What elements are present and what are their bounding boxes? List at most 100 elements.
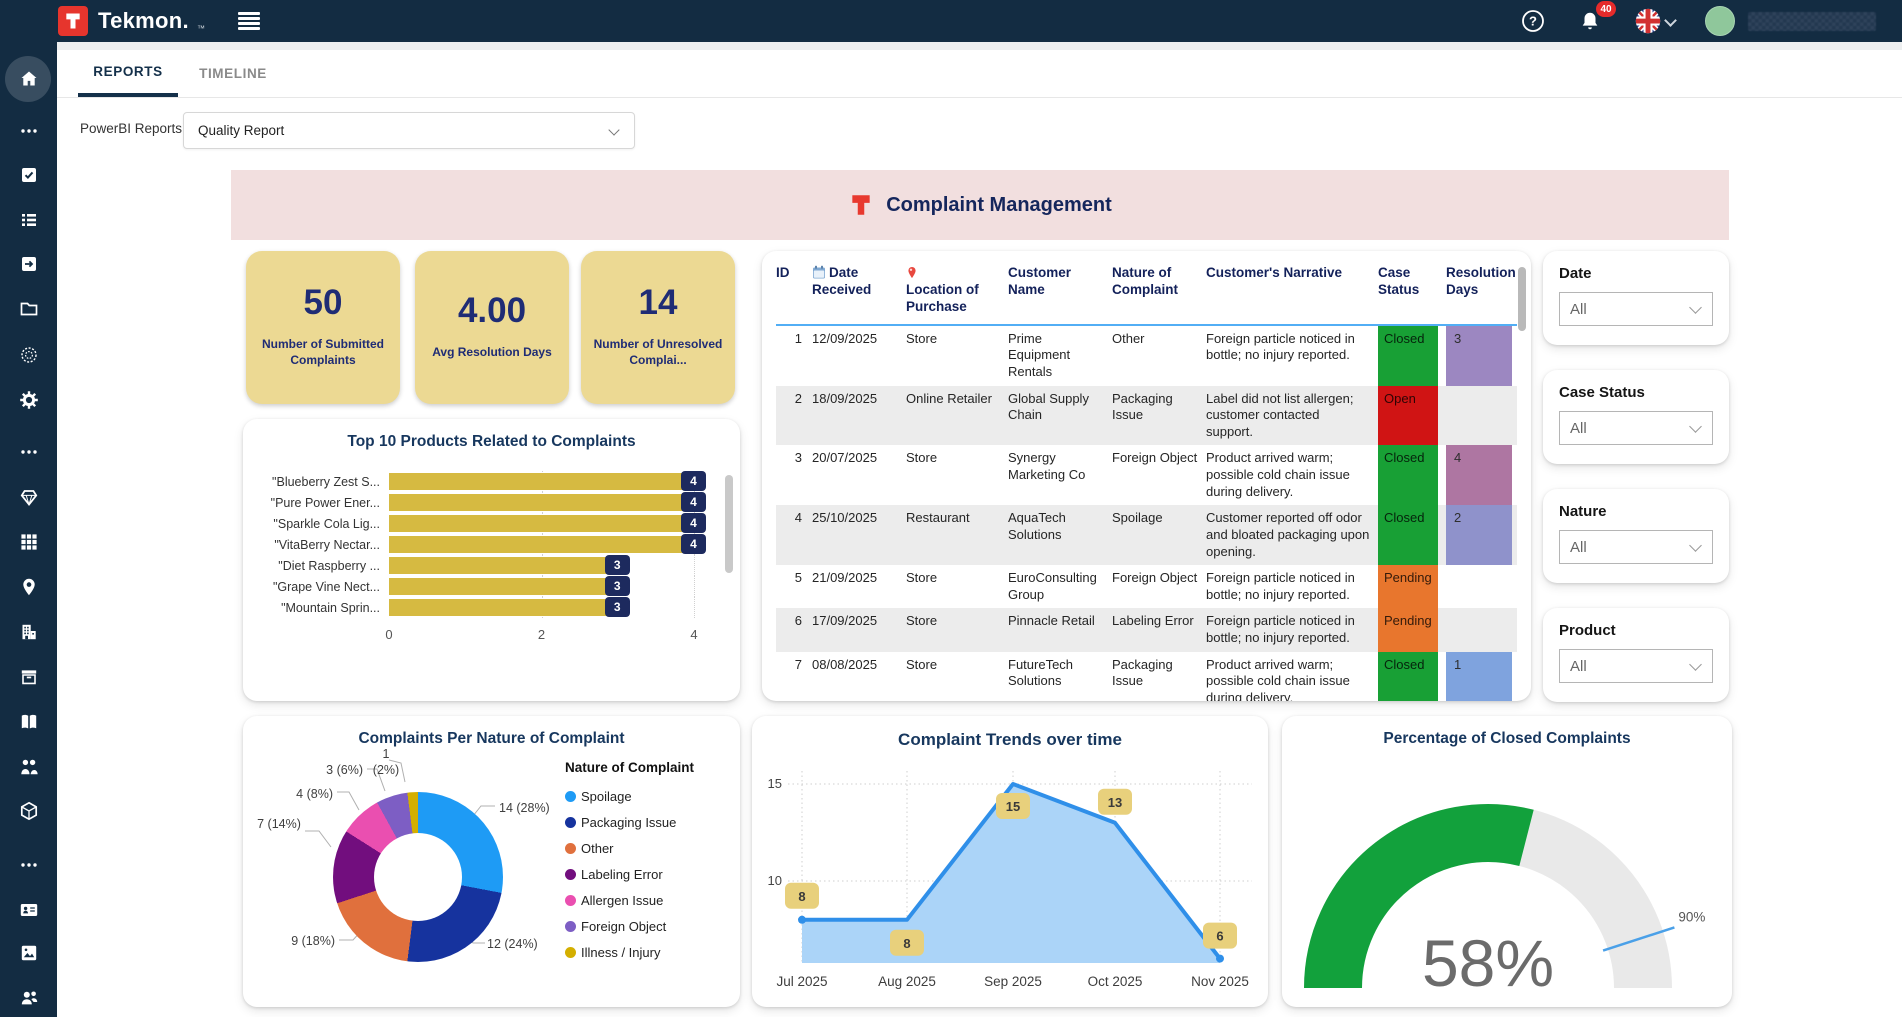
x-axis-tick: 0 (385, 627, 392, 642)
sidebar-item-more-icon[interactable] (0, 850, 57, 880)
table-row[interactable]: 112/09/2025StorePrime Equipment RentalsO… (776, 326, 1517, 386)
legend-item[interactable]: Foreign Object (565, 913, 694, 939)
bar-value-label: 4 (681, 492, 706, 512)
bar[interactable] (389, 557, 618, 574)
bar[interactable] (389, 473, 694, 490)
column-header[interactable]: Nature of Complaint (1112, 265, 1198, 316)
column-header[interactable]: Case Status (1378, 265, 1438, 316)
column-header[interactable]: Customer Name (1008, 265, 1104, 316)
user-name-redacted[interactable] (1748, 12, 1876, 31)
table-cell: Customer reported off odor and bloated p… (1206, 505, 1370, 565)
table-row[interactable]: 521/09/2025StoreEuroConsulting GroupFore… (776, 565, 1517, 608)
bar-zone: 3 (389, 597, 694, 618)
slicer-label: Nature (1559, 503, 1713, 520)
donut-chart-card: Complaints Per Nature of Complaint 14 (2… (243, 716, 740, 1007)
tekmon-logo[interactable] (58, 6, 88, 36)
slicer-label: Product (1559, 622, 1713, 639)
tab-reports[interactable]: REPORTS (78, 50, 178, 97)
tab-timeline[interactable]: TIMELINE (188, 50, 278, 97)
donut-legend: Nature of Complaint Spoilage Packaging Is… (565, 760, 694, 965)
column-header[interactable]: ID (776, 265, 804, 316)
column-header[interactable]: Resolution Days (1446, 265, 1512, 316)
bar[interactable] (389, 515, 694, 532)
bar-category-label: "Diet Raspberry ... (261, 559, 389, 573)
line-chart-plot[interactable]: 15108815136Jul 2025Aug 2025Sep 2025Oct 2… (752, 755, 1268, 1002)
sidebar-item-location-icon[interactable] (0, 572, 57, 602)
help-icon[interactable]: ? (1519, 7, 1547, 35)
bar[interactable] (389, 578, 618, 595)
table-cell: 25/10/2025 (812, 505, 898, 565)
sidebar-item-package-icon[interactable] (0, 796, 57, 826)
table-cell: Synergy Marketing Co (1008, 445, 1104, 505)
table-cell: 1 (776, 326, 804, 386)
sidebar-item-company-icon[interactable] (0, 617, 57, 647)
legend-item[interactable]: Allergen Issue (565, 887, 694, 913)
sidebar-item-list-icon[interactable] (0, 205, 57, 235)
language-uk-flag-icon[interactable] (1634, 7, 1662, 35)
donut-data-label: 14 (28%) (499, 800, 573, 816)
notification-count-badge[interactable]: 40 (1596, 1, 1616, 17)
sidebar-item-apps-icon[interactable] (0, 527, 57, 557)
legend-item[interactable]: Illness / Injury (565, 939, 694, 965)
legend-label: Packaging Issue (581, 815, 676, 830)
bar[interactable] (389, 599, 618, 616)
sidebar-item-handbook-icon[interactable] (0, 707, 57, 737)
column-header[interactable]: Customer's Narrative (1206, 265, 1370, 316)
legend-item[interactable]: Packaging Issue (565, 809, 694, 835)
sidebar-item-settings-icon[interactable] (0, 385, 57, 415)
sidebar-item-network-icon[interactable] (0, 340, 57, 370)
table-cell: 20/07/2025 (812, 445, 898, 505)
sidebar-item-support-icon[interactable] (0, 983, 57, 1013)
kpi-avg-resolution-days: 4.00 Avg Resolution Days (415, 251, 569, 404)
bar-chart-card: Top 10 Products Related to Complaints "B… (243, 419, 740, 701)
column-header[interactable]: Location of Purchase (906, 265, 1000, 316)
sidebar-item-folder-icon[interactable] (0, 294, 57, 324)
svg-text:15: 15 (768, 776, 782, 791)
bar-value-label: 4 (681, 513, 706, 533)
sidebar-item-diamond-icon[interactable] (0, 482, 57, 512)
sidebar-item-archive-icon[interactable] (0, 662, 57, 692)
sidebar-item-more-icon[interactable] (0, 437, 57, 467)
tekmon-mark-icon (848, 192, 874, 218)
table-row[interactable]: 708/08/2025StoreFutureTech SolutionsPack… (776, 652, 1517, 701)
sidebar-item-gallery-icon[interactable] (0, 938, 57, 968)
report-select-dropdown[interactable]: Quality Report (183, 112, 635, 149)
bar[interactable] (389, 494, 694, 511)
sidebar-item-home-icon[interactable] (0, 64, 57, 94)
slicer-date-dropdown[interactable]: All (1559, 292, 1713, 326)
kpi-unresolved-complaints: 14 Number of Unresolved Complai... (581, 251, 735, 404)
slicer-nature-dropdown[interactable]: All (1559, 530, 1713, 564)
user-avatar[interactable] (1705, 6, 1735, 36)
legend-color-dot (565, 947, 576, 958)
complaints-table: IDDate ReceivedLocation of PurchaseCusto… (776, 255, 1517, 701)
table-cell: Product arrived warm; possible cold chai… (1206, 652, 1370, 701)
bar[interactable] (389, 536, 694, 553)
language-chevron-down-icon[interactable] (1664, 14, 1677, 27)
slicer-product-dropdown[interactable]: All (1559, 649, 1713, 683)
table-row[interactable]: 425/10/2025RestaurantAquaTech SolutionsS… (776, 505, 1517, 565)
legend-title: Nature of Complaint (565, 760, 694, 775)
table-scrollbar[interactable] (1518, 267, 1526, 331)
navbar-separator (57, 42, 1902, 50)
legend-item[interactable]: Labeling Error (565, 861, 694, 887)
sidebar-item-id-card-icon[interactable] (0, 895, 57, 925)
table-row[interactable]: 218/09/2025Online RetailerGlobal Supply … (776, 386, 1517, 446)
menu-icon[interactable] (238, 12, 262, 30)
sidebar-item-export-icon[interactable] (0, 249, 57, 279)
svg-text:58%: 58% (1422, 926, 1554, 1000)
resolution-days-cell: 4 (1446, 445, 1512, 505)
sidebar-item-tasks-icon[interactable] (0, 160, 57, 190)
resolution-days-cell (1446, 608, 1512, 651)
line-chart-title: Complaint Trends over time (752, 716, 1268, 750)
bar-chart-scrollbar[interactable] (725, 475, 733, 573)
table-row[interactable]: 617/09/2025StorePinnacle RetailLabeling … (776, 608, 1517, 651)
slicer-case-status-dropdown[interactable]: All (1559, 411, 1713, 445)
table-cell: Store (906, 445, 1000, 505)
sidebar-item-more-icon[interactable] (0, 116, 57, 146)
column-header[interactable]: Date Received (812, 265, 898, 316)
sidebar-item-people-icon[interactable] (0, 752, 57, 782)
legend-item[interactable]: Spoilage (565, 783, 694, 809)
table-row[interactable]: 320/07/2025StoreSynergy Marketing CoFore… (776, 445, 1517, 505)
bar-row: "Mountain Sprin...3 (261, 597, 722, 618)
legend-item[interactable]: Other (565, 835, 694, 861)
